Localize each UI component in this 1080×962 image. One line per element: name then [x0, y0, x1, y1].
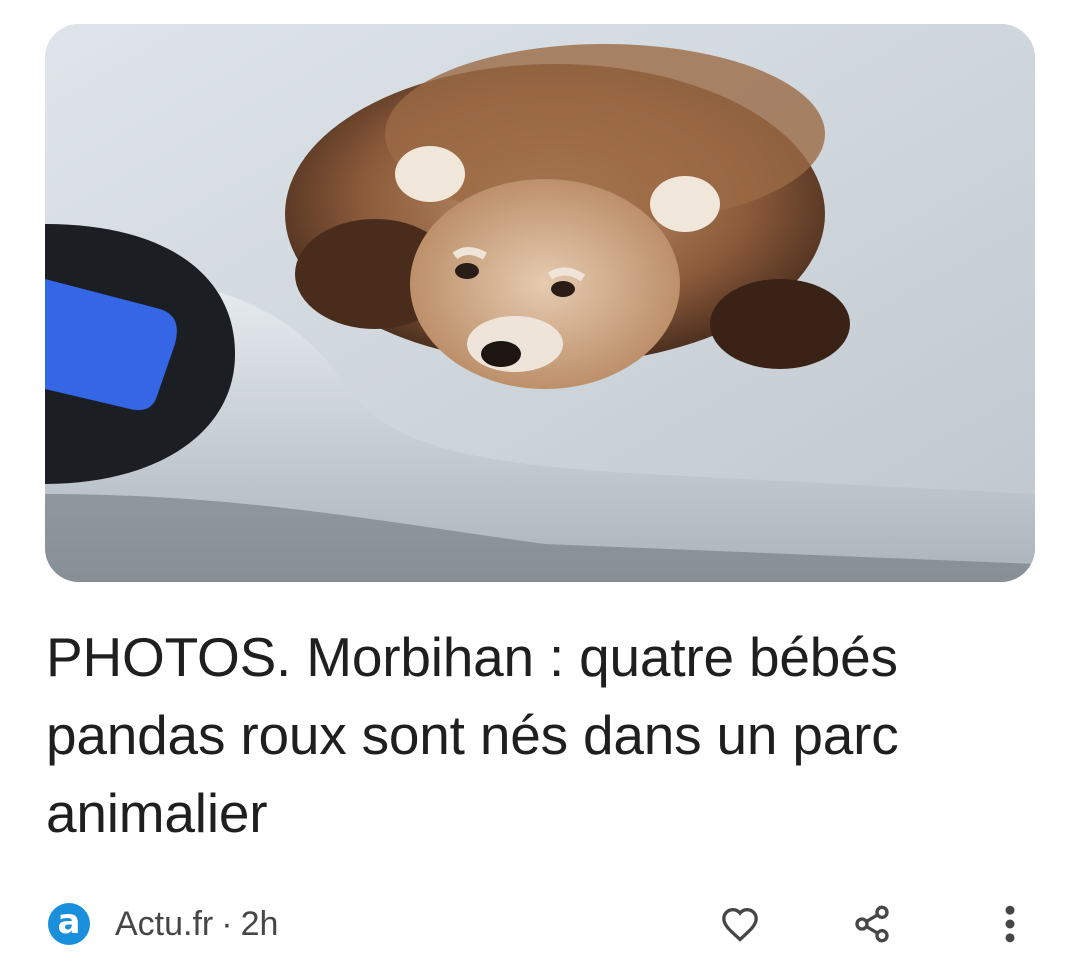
meta-separator: · [221, 904, 233, 943]
like-button[interactable] [711, 895, 769, 953]
article-headline[interactable]: PHOTOS. Morbihan : quatre bébés pandas r… [46, 618, 1046, 852]
share-icon [855, 905, 889, 943]
heart-outline-icon [722, 907, 758, 942]
more-vert-icon [1005, 905, 1015, 943]
published-age: 2h [240, 904, 279, 943]
news-card[interactable]: PHOTOS. Morbihan : quatre bébés pandas r… [0, 0, 1080, 962]
source-logo: a [48, 903, 90, 945]
article-meta: a Actu.fr · 2h [46, 895, 1036, 953]
more-options-button[interactable] [981, 895, 1039, 953]
share-button[interactable] [843, 895, 901, 953]
article-image[interactable] [45, 24, 1035, 582]
source-name[interactable]: Actu.fr [115, 905, 213, 944]
